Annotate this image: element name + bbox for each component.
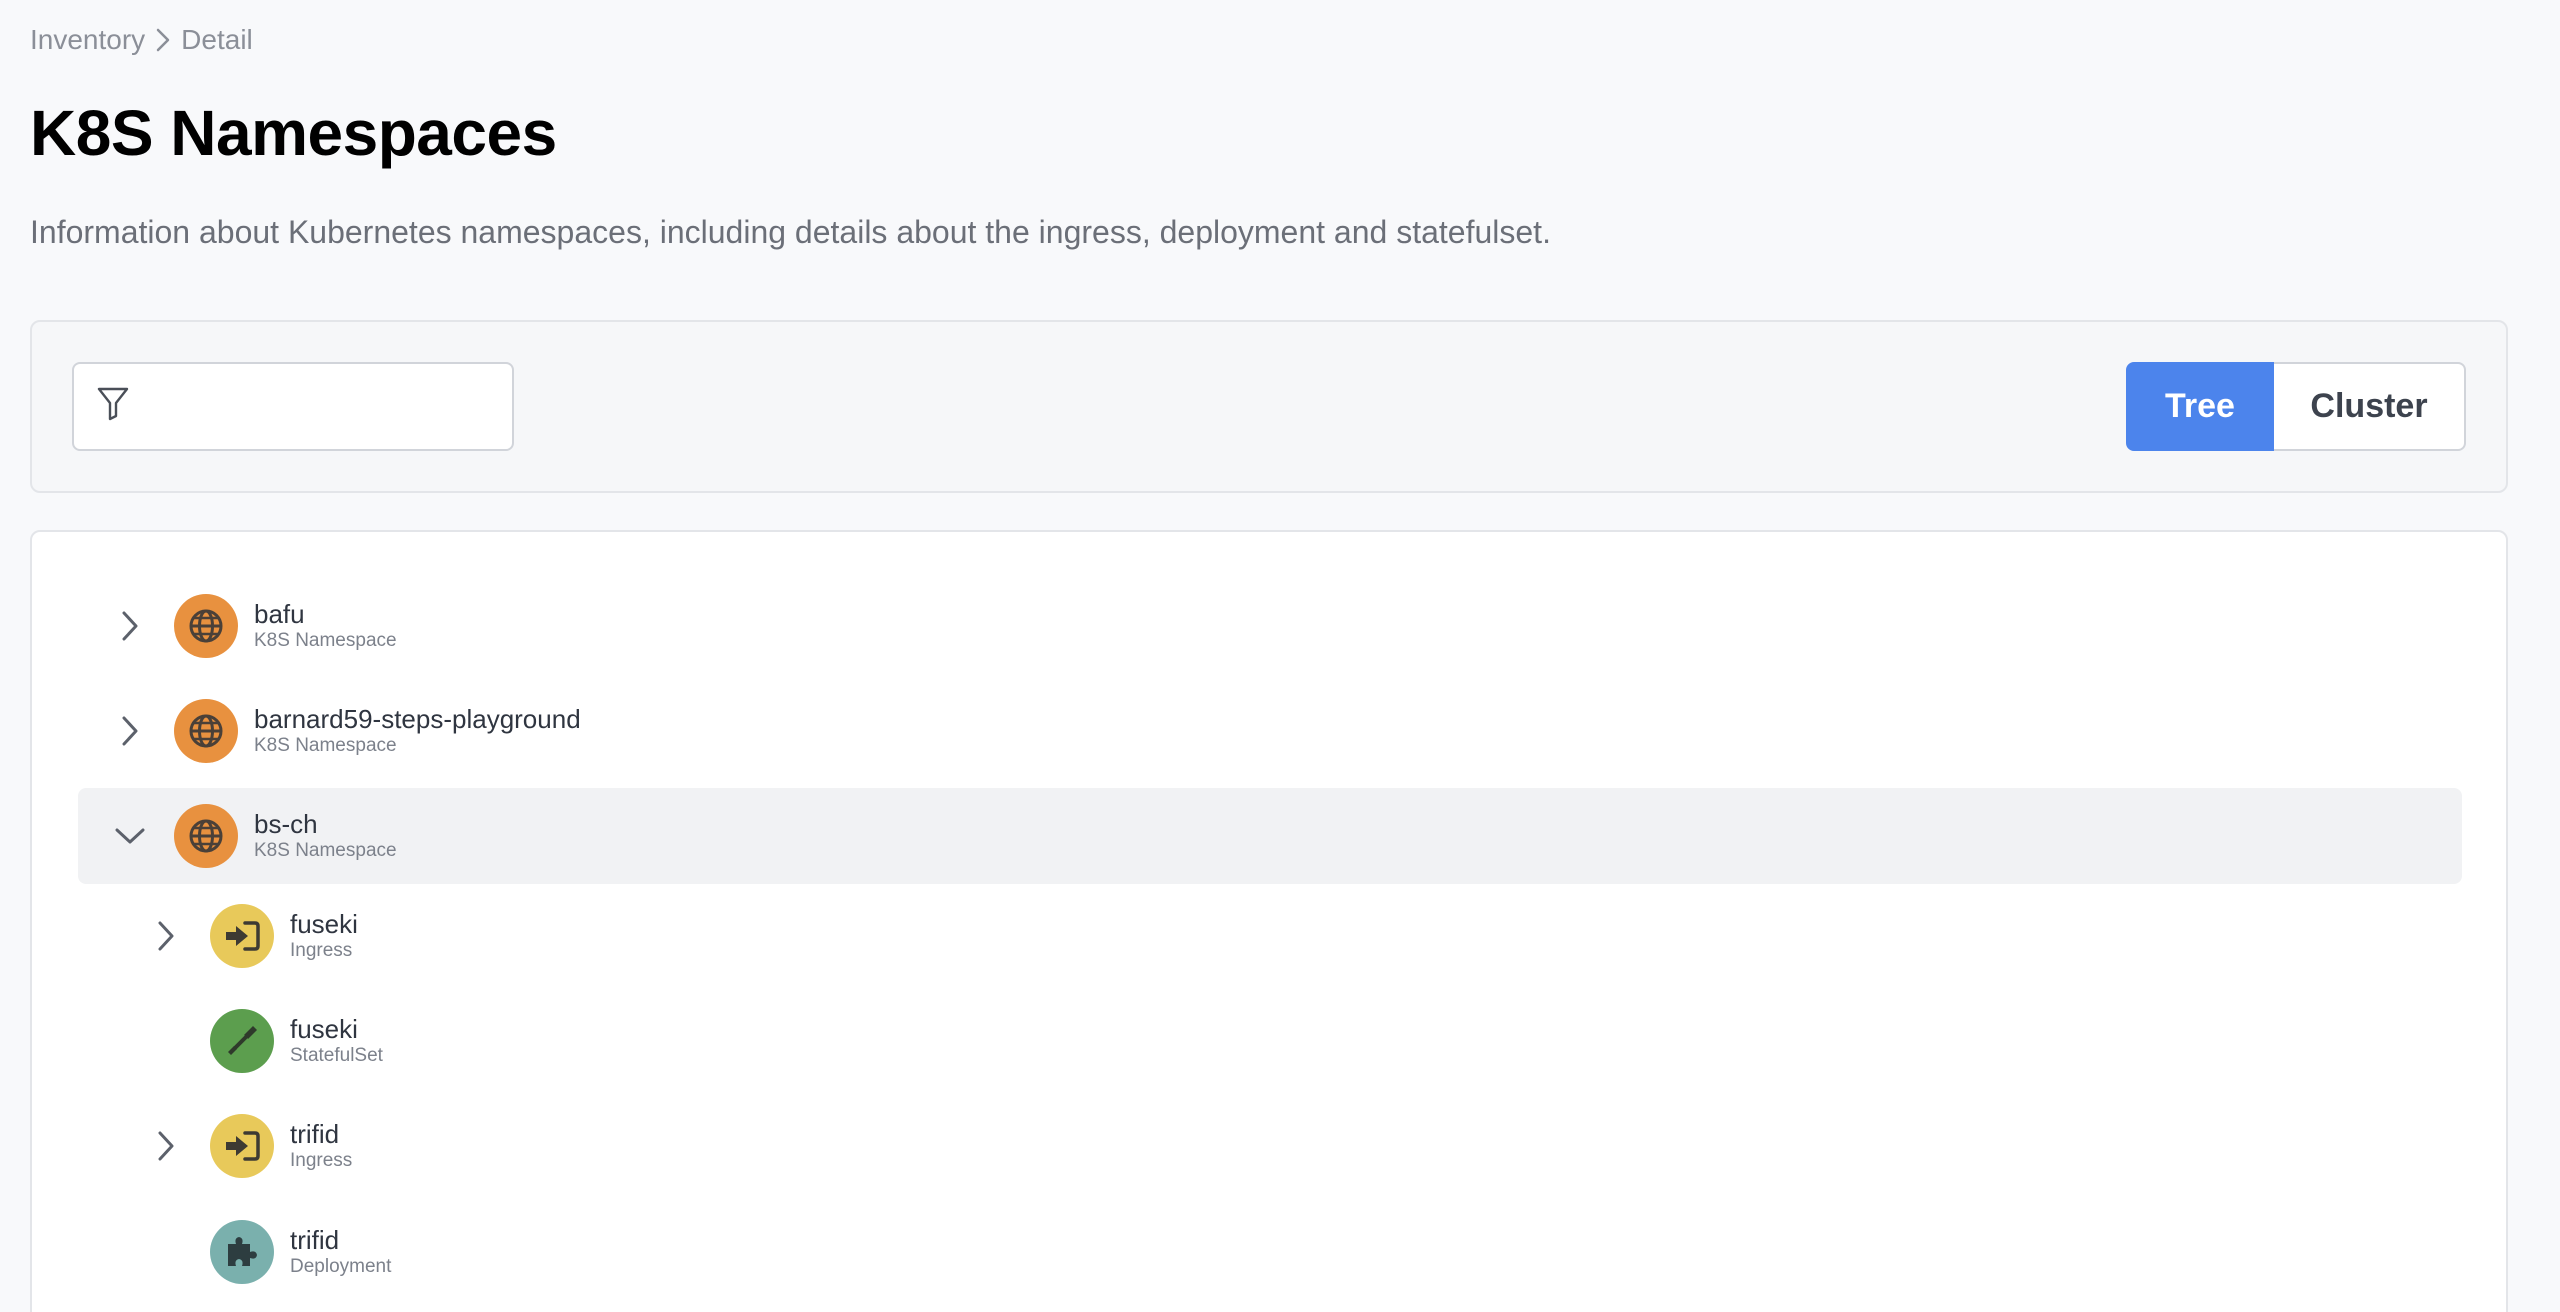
node-label: bafu K8S Namespace: [254, 599, 397, 653]
chevron-down-icon[interactable]: [110, 816, 150, 856]
filter-input[interactable]: [142, 376, 482, 437]
breadcrumb-item-detail: Detail: [181, 24, 253, 55]
globe-icon: [174, 804, 238, 868]
breadcrumb-item-inventory[interactable]: Inventory: [30, 24, 145, 56]
node-label: fuseki StatefulSet: [290, 1014, 383, 1068]
page-title: K8S Namespaces: [30, 97, 557, 169]
filter-field[interactable]: [72, 362, 514, 451]
tree-node[interactable]: fuseki StatefulSet: [78, 993, 2462, 1089]
node-type: Ingress: [290, 1150, 353, 1171]
node-type: K8S Namespace: [254, 840, 397, 861]
sign-in-icon: [210, 904, 274, 968]
chevron-right-icon[interactable]: [110, 606, 150, 646]
node-name: fuseki: [290, 1014, 358, 1044]
tree-view-button[interactable]: Tree: [2126, 362, 2274, 451]
globe-icon: [174, 594, 238, 658]
chevron-right-icon[interactable]: [146, 1126, 186, 1166]
cluster-view-button[interactable]: Cluster: [2274, 362, 2466, 451]
puzzle-icon: [210, 1220, 274, 1284]
node-name: bs-ch: [254, 809, 318, 839]
node-name: fuseki: [290, 909, 358, 939]
chevron-right-icon[interactable]: [146, 916, 186, 956]
chevron-right-icon: [155, 27, 171, 53]
tree-node[interactable]: fuseki Ingress: [78, 888, 2462, 984]
tree-node[interactable]: barnard59-steps-playground K8S Namespace: [78, 683, 2462, 779]
toolbar: Tree Cluster: [30, 320, 2508, 493]
tree-node[interactable]: bafu K8S Namespace: [78, 578, 2462, 674]
node-name: barnard59-steps-playground: [254, 704, 581, 734]
page-description: Information about Kubernetes namespaces,…: [30, 214, 1551, 250]
node-type: Deployment: [290, 1256, 392, 1277]
screwdriver-icon: [210, 1009, 274, 1073]
node-name: trifid: [290, 1119, 340, 1149]
node-label: fuseki Ingress: [290, 909, 358, 963]
node-type: StatefulSet: [290, 1045, 383, 1066]
view-toggle: Tree Cluster: [2126, 362, 2466, 451]
node-label: trifid Deployment: [290, 1225, 391, 1279]
tree-node-selected[interactable]: bs-ch K8S Namespace: [78, 788, 2462, 884]
node-type: Ingress: [290, 940, 353, 961]
node-label: bs-ch K8S Namespace: [254, 809, 397, 863]
sign-in-icon: [210, 1114, 274, 1178]
tree-node[interactable]: trifid Ingress: [78, 1098, 2462, 1194]
node-type: K8S Namespace: [254, 735, 397, 756]
node-name: trifid: [290, 1225, 340, 1255]
breadcrumb: Inventory Detail: [30, 24, 253, 56]
node-label: trifid Ingress: [290, 1119, 352, 1173]
tree-panel: bafu K8S Namespace barnard59-steps-playg…: [30, 530, 2508, 1312]
node-type: K8S Namespace: [254, 630, 397, 651]
tree-node[interactable]: trifid Deployment: [78, 1204, 2462, 1300]
node-name: bafu: [254, 599, 305, 629]
globe-icon: [174, 699, 238, 763]
filter-icon: [96, 386, 130, 427]
chevron-right-icon[interactable]: [110, 711, 150, 751]
node-label: barnard59-steps-playground K8S Namespace: [254, 704, 581, 758]
